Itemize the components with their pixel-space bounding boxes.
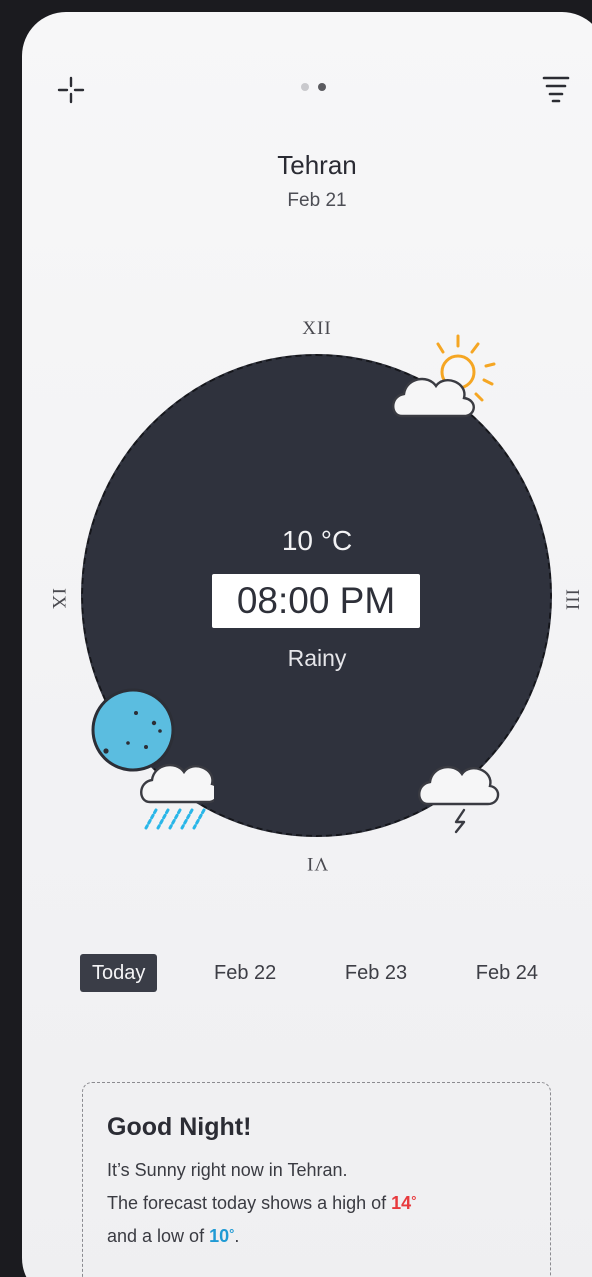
numeral-six-label: VI xyxy=(305,853,329,874)
tab-feb-22[interactable]: Feb 22 xyxy=(202,954,288,992)
page-indicator xyxy=(301,83,326,91)
app-screen: Tehran Feb 21 XII IX III VI 10 °C 08:00 … xyxy=(22,12,592,1277)
page-dot-active[interactable] xyxy=(318,83,326,91)
high-temperature: 14 xyxy=(391,1193,412,1213)
numeral-three: III xyxy=(563,588,584,610)
date-tabs: Today Feb 22 Feb 23 Feb 24 xyxy=(80,954,550,992)
filter-lines-icon[interactable] xyxy=(542,74,570,104)
greeting-title: Good Night! xyxy=(107,1113,252,1141)
moon-knob-icon[interactable] xyxy=(90,687,176,773)
message-line-2: The forecast today shows a high of 14° xyxy=(107,1187,526,1220)
city-name: Tehran xyxy=(277,150,357,180)
numeral-nine: IX xyxy=(48,587,69,611)
tab-today[interactable]: Today xyxy=(80,954,158,992)
low-degree-symbol: ° xyxy=(229,1226,235,1241)
message-line-2-text: The forecast today shows a high of xyxy=(107,1193,392,1213)
sun-cloud-icon[interactable] xyxy=(388,330,498,428)
message-line-1: It’s Sunny right now in Tehran. xyxy=(107,1160,348,1180)
storm-cloud-icon[interactable] xyxy=(416,748,500,834)
greeting-card: Good Night! It’s Sunny right now in Tehr… xyxy=(82,1082,551,1277)
current-temperature: 10 °C xyxy=(281,525,353,556)
numeral-six: VI xyxy=(22,852,592,874)
page-dot[interactable] xyxy=(301,83,309,91)
tab-feb-24[interactable]: Feb 24 xyxy=(464,954,550,992)
time-text: 08:00 PM xyxy=(236,580,396,621)
message-line-3-end: . xyxy=(234,1226,240,1246)
message-line-3-text: and a low of xyxy=(107,1226,210,1246)
numeral-twelve: XII xyxy=(302,318,332,339)
current-date: Feb 21 xyxy=(287,190,347,211)
low-temperature: 10 xyxy=(209,1226,230,1246)
move-crosshair-icon[interactable] xyxy=(56,75,86,105)
time-display: 08:00 PM xyxy=(212,574,420,628)
tab-feb-23[interactable]: Feb 23 xyxy=(333,954,419,992)
message-line-3: and a low of 10°. xyxy=(107,1220,526,1253)
weather-condition: Rainy xyxy=(287,645,347,671)
high-degree-symbol: ° xyxy=(411,1193,417,1208)
